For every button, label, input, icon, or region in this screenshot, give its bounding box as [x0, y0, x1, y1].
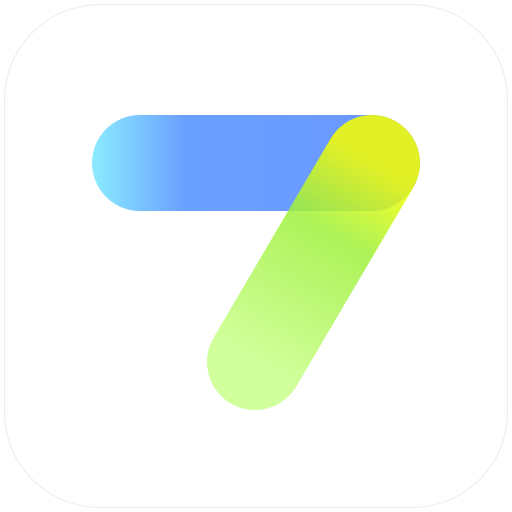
- seven-logo-icon: [92, 115, 420, 410]
- app-icon-canvas: [0, 0, 512, 512]
